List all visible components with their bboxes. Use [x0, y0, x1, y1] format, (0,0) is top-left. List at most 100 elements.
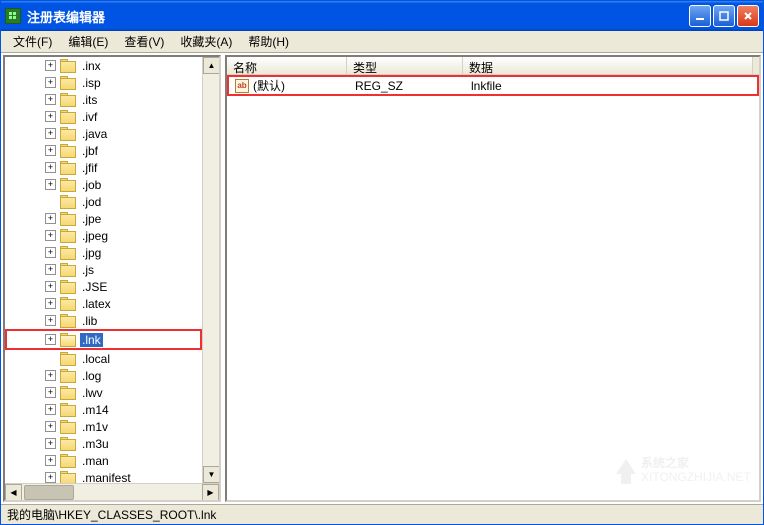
- expand-icon[interactable]: +: [45, 334, 56, 345]
- expand-icon[interactable]: +: [45, 230, 56, 241]
- scroll-right-icon[interactable]: ▶: [202, 484, 219, 501]
- expand-icon[interactable]: +: [45, 421, 56, 432]
- expand-icon[interactable]: +: [45, 77, 56, 88]
- vscroll-track[interactable]: [203, 74, 219, 466]
- expand-icon[interactable]: +: [45, 94, 56, 105]
- tree-item[interactable]: +.js: [5, 261, 202, 278]
- menu-help[interactable]: 帮助(H): [240, 31, 297, 52]
- tree-item[interactable]: + .jpe: [5, 210, 202, 227]
- tree-item[interactable]: .jod: [5, 193, 202, 210]
- folder-icon: [60, 437, 76, 450]
- menu-file[interactable]: 文件(F): [5, 31, 60, 52]
- registry-editor-window: 注册表编辑器 文件(F) 编辑(E) 查看(V) 收藏夹(A) 帮助(H) +.…: [0, 0, 764, 525]
- expand-icon[interactable]: +: [45, 281, 56, 292]
- col-data[interactable]: 数据: [463, 57, 753, 74]
- tree-item[interactable]: .local: [5, 350, 202, 367]
- folder-icon: [60, 212, 76, 225]
- folder-icon: [60, 229, 76, 242]
- scroll-up-icon[interactable]: ▲: [203, 57, 219, 74]
- folder-icon: [60, 110, 76, 123]
- tree-item[interactable]: +.jbf: [5, 142, 202, 159]
- folder-icon: [60, 127, 76, 140]
- expand-icon[interactable]: +: [45, 387, 56, 398]
- folder-icon: [60, 314, 76, 327]
- hscroll-thumb[interactable]: [24, 485, 74, 500]
- expand-icon[interactable]: +: [45, 60, 56, 71]
- tree-item[interactable]: +.job: [5, 176, 202, 193]
- menu-view[interactable]: 查看(V): [116, 31, 172, 52]
- tree-label: .lnk: [80, 333, 103, 347]
- tree-view[interactable]: +.inx+.isp+.its+.ivf+.java+.jbf+.jfif+.j…: [5, 57, 202, 483]
- folder-icon: [60, 263, 76, 276]
- tree-vscroll[interactable]: ▲ ▼: [202, 57, 219, 483]
- tree-item[interactable]: + .lnk: [7, 331, 200, 348]
- expand-icon[interactable]: +: [45, 128, 56, 139]
- tree-highlight: + .lnk: [5, 329, 202, 350]
- list-body[interactable]: 系统之家 XITONGZHIJIA.NET ab(默认)REG_SZlnkfil…: [227, 75, 759, 500]
- tree-item[interactable]: +.log: [5, 367, 202, 384]
- window-title: 注册表编辑器: [27, 7, 689, 26]
- folder-icon: [60, 195, 76, 208]
- minimize-button[interactable]: [689, 5, 711, 27]
- menu-favorites[interactable]: 收藏夹(A): [172, 31, 240, 52]
- tree-item[interactable]: +.latex: [5, 295, 202, 312]
- watermark-text-1: 系统之家: [641, 455, 690, 470]
- expand-icon[interactable]: +: [45, 438, 56, 449]
- tree-label: .manifest: [80, 471, 133, 484]
- col-name[interactable]: 名称: [227, 57, 347, 74]
- expand-icon[interactable]: +: [45, 179, 56, 190]
- expand-icon[interactable]: +: [45, 264, 56, 275]
- col-type[interactable]: 类型: [347, 57, 463, 74]
- hscroll-track[interactable]: [22, 484, 202, 501]
- tree-item[interactable]: +.java: [5, 125, 202, 142]
- scroll-down-icon[interactable]: ▼: [203, 466, 219, 483]
- expand-icon[interactable]: +: [45, 404, 56, 415]
- tree-label: .JSE: [80, 280, 109, 294]
- tree-label: .jfif: [80, 161, 99, 175]
- expand-icon[interactable]: +: [45, 315, 56, 326]
- app-icon: [5, 8, 21, 24]
- tree-item[interactable]: + .lwv: [5, 384, 202, 401]
- tree-item[interactable]: +.its: [5, 91, 202, 108]
- tree-item[interactable]: +.jpeg: [5, 227, 202, 244]
- tree-label: .m3u: [80, 437, 111, 451]
- expand-icon[interactable]: +: [45, 472, 56, 483]
- tree-label: .man: [80, 454, 111, 468]
- tree-item[interactable]: +.m1v: [5, 418, 202, 435]
- close-button[interactable]: [737, 5, 759, 27]
- folder-icon: [60, 471, 76, 483]
- tree-item[interactable]: + .man: [5, 452, 202, 469]
- expand-icon[interactable]: +: [45, 213, 56, 224]
- menu-edit[interactable]: 编辑(E): [60, 31, 116, 52]
- tree-label: .isp: [80, 76, 103, 90]
- tree-label: .local: [80, 352, 112, 366]
- watermark: 系统之家 XITONGZHIJIA.NET: [611, 449, 751, 492]
- tree-label: .jod: [80, 195, 103, 209]
- tree-hscroll[interactable]: ◀ ▶: [5, 483, 219, 500]
- scroll-left-icon[interactable]: ◀: [5, 484, 22, 501]
- tree-item[interactable]: +.lib: [5, 312, 202, 329]
- expand-icon[interactable]: +: [45, 298, 56, 309]
- tree-label: .jpe: [80, 212, 103, 226]
- tree-item[interactable]: +.m14: [5, 401, 202, 418]
- expand-icon[interactable]: +: [45, 370, 56, 381]
- tree-item[interactable]: + .manifest: [5, 469, 202, 483]
- expand-icon[interactable]: +: [45, 145, 56, 156]
- maximize-button[interactable]: [713, 5, 735, 27]
- expand-icon[interactable]: +: [45, 162, 56, 173]
- tree-item[interactable]: +.inx: [5, 57, 202, 74]
- tree-item[interactable]: +.ivf: [5, 108, 202, 125]
- tree-item[interactable]: + .isp: [5, 74, 202, 91]
- list-row[interactable]: ab(默认)REG_SZlnkfile: [229, 77, 757, 94]
- tree-label: .lwv: [80, 386, 105, 400]
- tree-item[interactable]: + .jfif: [5, 159, 202, 176]
- folder-icon: [60, 178, 76, 191]
- tree-item[interactable]: +.jpg: [5, 244, 202, 261]
- expand-icon[interactable]: +: [45, 111, 56, 122]
- expand-icon[interactable]: +: [45, 247, 56, 258]
- expand-icon[interactable]: +: [45, 455, 56, 466]
- value-data: lnkfile: [465, 79, 755, 93]
- folder-icon: [60, 246, 76, 259]
- tree-item[interactable]: + .JSE: [5, 278, 202, 295]
- tree-item[interactable]: + .m3u: [5, 435, 202, 452]
